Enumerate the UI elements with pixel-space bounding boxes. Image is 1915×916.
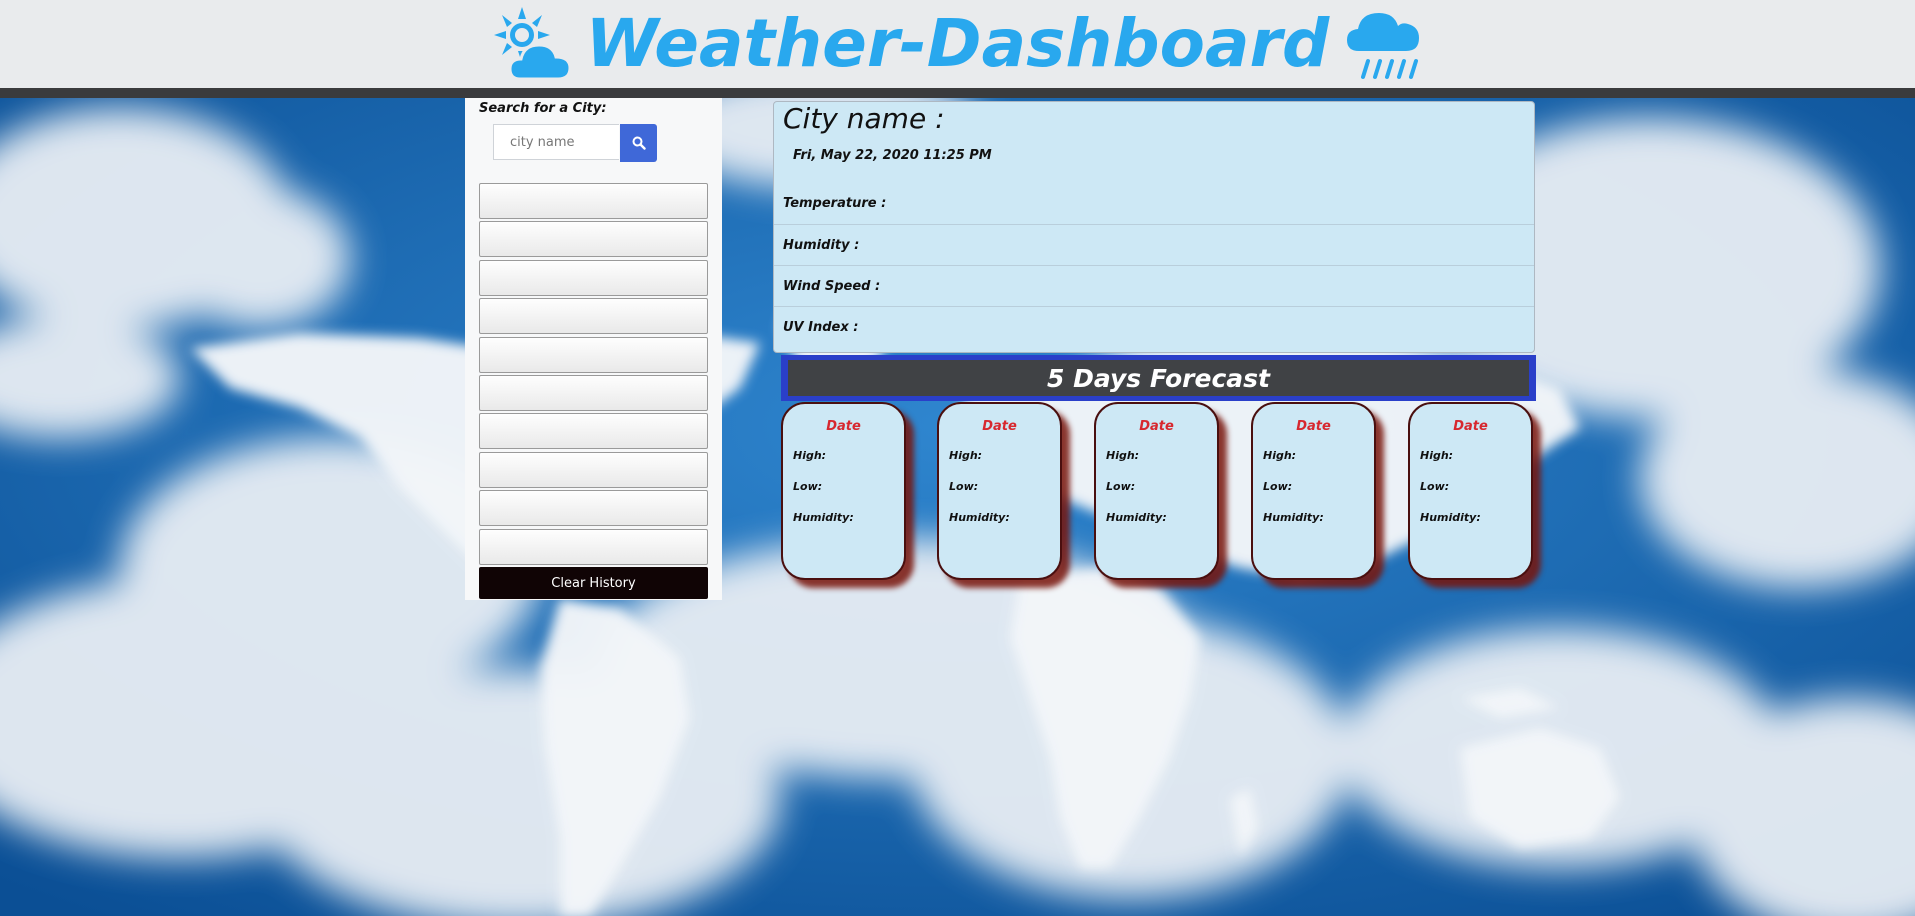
forecast-card: Date High: Low: Humidity: <box>781 402 906 580</box>
forecast-high: High: <box>793 449 827 462</box>
forecast-high: High: <box>1420 449 1454 462</box>
forecast-card: Date High: Low: Humidity: <box>1408 402 1533 580</box>
temperature-row: Temperature : <box>783 196 887 211</box>
wind-speed-row: Wind Speed : <box>774 265 1534 306</box>
forecast-high: High: <box>1106 449 1140 462</box>
history-item[interactable] <box>479 451 708 488</box>
forecast-humidity: Humidity: <box>793 511 854 524</box>
search-icon <box>632 136 646 150</box>
humidity-row: Humidity : <box>774 224 1534 265</box>
history-item[interactable] <box>479 259 708 296</box>
clear-history-button[interactable]: Clear History <box>479 567 708 599</box>
forecast-humidity: Humidity: <box>1420 511 1481 524</box>
search-label: Search for a City: <box>479 101 607 116</box>
city-search-input[interactable] <box>493 124 619 160</box>
city-name: City name : <box>783 102 945 135</box>
history-item[interactable] <box>479 183 708 219</box>
rain-cloud-icon <box>1347 13 1420 79</box>
forecast-low: Low: <box>1420 480 1450 493</box>
uv-index-row: UV Index : <box>774 306 1534 347</box>
search-panel: Search for a City: Clear History <box>465 98 722 600</box>
forecast-humidity: Humidity: <box>949 511 1010 524</box>
forecast-banner: 5 Days Forecast <box>781 355 1536 401</box>
page-title: Weather-Dashboard <box>585 5 1330 82</box>
forecast-date: Date <box>1296 419 1331 434</box>
history-item[interactable] <box>479 298 708 335</box>
header-content: Weather-Dashboard <box>0 0 1915 88</box>
current-date: Fri, May 22, 2020 11:25 PM <box>793 148 992 163</box>
history-item[interactable] <box>479 490 708 527</box>
forecast-low: Low: <box>949 480 979 493</box>
forecast-card: Date High: Low: Humidity: <box>1094 402 1219 580</box>
sun-cloud-icon <box>493 7 572 81</box>
history-item[interactable] <box>479 528 708 565</box>
history-item[interactable] <box>479 221 708 258</box>
forecast-humidity: Humidity: <box>1263 511 1324 524</box>
history-item[interactable] <box>479 336 708 373</box>
current-weather-card: City name : Fri, May 22, 2020 11:25 PM T… <box>773 101 1535 353</box>
forecast-high: High: <box>1263 449 1297 462</box>
header-bar: Weather-Dashboard <box>0 0 1915 98</box>
search-history-list <box>479 183 708 567</box>
forecast-low: Low: <box>1106 480 1136 493</box>
forecast-date: Date <box>1453 419 1488 434</box>
forecast-humidity: Humidity: <box>1106 511 1167 524</box>
forecast-card: Date High: Low: Humidity: <box>1251 402 1376 580</box>
forecast-date: Date <box>826 419 861 434</box>
forecast-low: Low: <box>793 480 823 493</box>
forecast-title: 5 Days Forecast <box>788 360 1529 396</box>
forecast-date: Date <box>1139 419 1174 434</box>
search-button[interactable] <box>620 124 657 162</box>
forecast-card: Date High: Low: Humidity: <box>937 402 1062 580</box>
forecast-low: Low: <box>1263 480 1293 493</box>
history-item[interactable] <box>479 413 708 450</box>
forecast-date: Date <box>982 419 1017 434</box>
history-item[interactable] <box>479 374 708 411</box>
forecast-high: High: <box>949 449 983 462</box>
